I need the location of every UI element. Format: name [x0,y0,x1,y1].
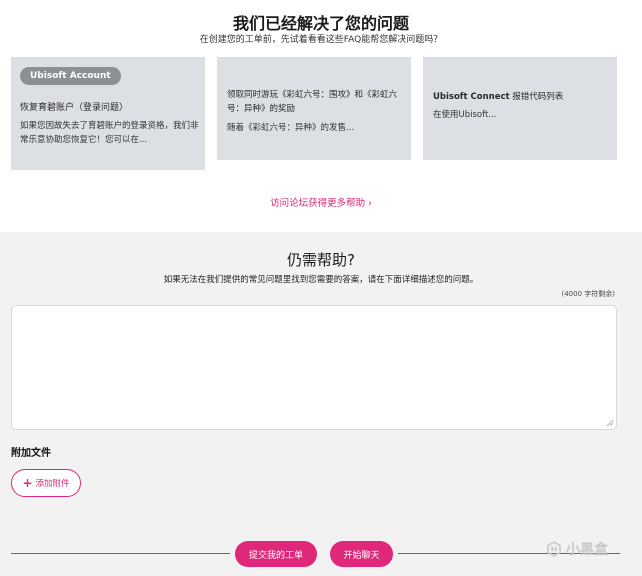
heybox-watermark: 小黑盒 [546,539,608,559]
heybox-logo-icon [547,541,561,557]
faq-card-error-codes[interactable]: Ubisoft Connect 报错代码列表 在使用Ubisoft... [423,57,617,160]
submit-ticket-button[interactable]: 提交我的工单 [235,541,317,567]
faq-card-excerpt: 随着《彩虹六号：异种》的发售... [227,123,355,133]
faq-card-title-rest: 报错代码列表 [509,92,564,102]
faq-section: 我们已经解决了您的问题 在创建您的工单前，先试着看看这些FAQ能帮您解决问题吗？… [0,0,642,232]
need-help-title: 仍需帮助? [287,251,355,269]
need-help-subtitle: 如果无法在我们提供的常见问题里找到您需要的答案，请在下面详细描述您的问题。 [163,275,479,285]
watermark-text: 小黑盒 [566,542,608,558]
issue-description-textarea[interactable] [11,305,617,430]
faq-card-rainbow-rewards[interactable]: 领取同时游玩《彩虹六号：围攻》和《彩虹六号：异种》的奖励 随着《彩虹六号：异种》… [217,57,411,160]
attach-files-label: 附加文件 [11,448,51,459]
ubisoft-account-badge: Ubisoft Account [20,67,121,85]
plus-icon: + [22,476,33,490]
forum-help-link[interactable]: 访问论坛获得更多帮助 › [0,195,642,209]
char-remaining-counter: (4000 字符剩余) [561,290,615,298]
faq-card-title-brand: Ubisoft Connect [433,92,510,102]
faq-subtitle: 在创建您的工单前，先试着看看这些FAQ能帮您解决问题吗？ [199,35,443,45]
faq-card-title: 领取同时游玩《彩虹六号：围攻》和《彩虹六号：异种》的奖励 [227,90,398,114]
start-chat-button[interactable]: 开始聊天 [330,541,393,567]
resize-handle-icon[interactable] [606,419,614,427]
faq-card-account-recovery[interactable]: Ubisoft Account 恢复育碧账户（登录问题） 如果您因故失去了育碧账… [11,57,205,170]
divider-left [11,553,230,554]
add-attachment-button[interactable]: + 添加附件 [11,469,81,497]
faq-card-title: 恢复育碧账户（登录问题） [20,103,129,113]
contact-section: 仍需帮助? 如果无法在我们提供的常见问题里找到您需要的答案，请在下面详细描述您的… [0,232,642,576]
faq-card-title: Ubisoft Connect 报错代码列表 [433,90,613,102]
faq-card-excerpt: 在使用Ubisoft... [433,110,497,120]
add-attachment-label: 添加附件 [35,479,70,489]
faq-card-excerpt: 如果您因故失去了育碧账户的登录资格，我们非常乐意协助您恢复它！您可以在... [20,121,199,145]
faq-title: 我们已经解决了您的问题 [232,14,409,33]
